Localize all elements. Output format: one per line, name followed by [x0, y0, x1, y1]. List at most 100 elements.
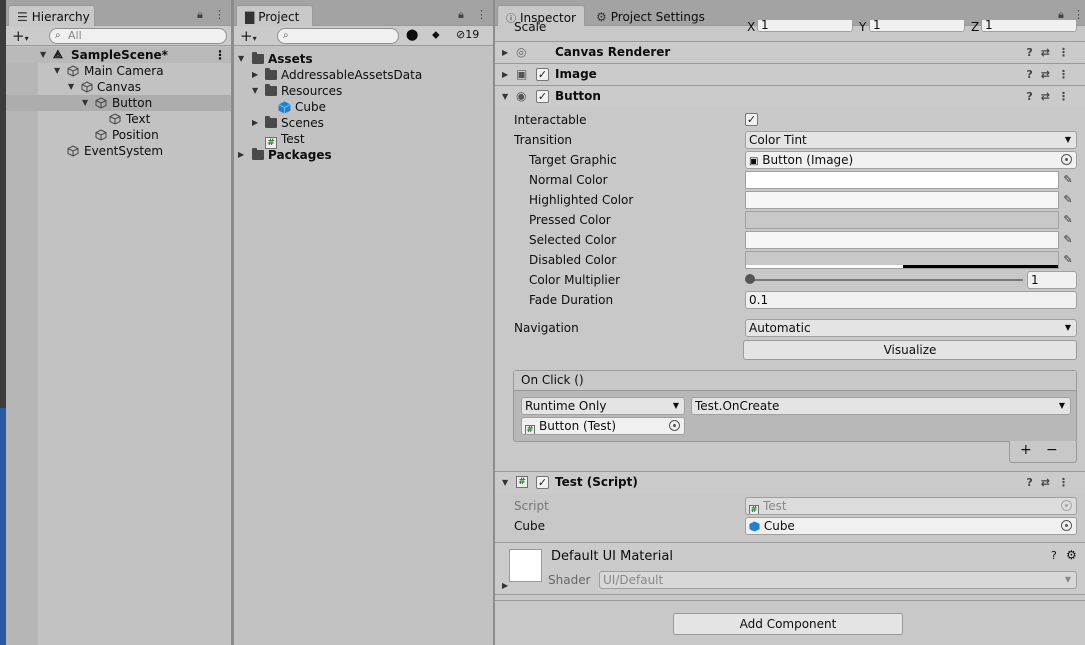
- expand-arrow-icon[interactable]: ▼: [68, 79, 74, 95]
- expand-arrow-icon[interactable]: ▼: [238, 51, 244, 67]
- collapse-arrow-icon[interactable]: ▶: [252, 67, 258, 83]
- eyedropper-icon[interactable]: ✎: [1061, 212, 1075, 228]
- color-multiplier-slider-handle[interactable]: [745, 274, 755, 284]
- prefab-cube-icon: [749, 521, 760, 532]
- expand-arrow-icon[interactable]: ▼: [82, 95, 88, 111]
- create-plus-button[interactable]: +▾: [240, 27, 257, 45]
- gear-icon[interactable]: ⚙: [1066, 548, 1077, 562]
- object-picker-icon[interactable]: [1061, 520, 1072, 531]
- tab-hierarchy[interactable]: ☰ Hierarchy: [8, 5, 95, 26]
- on-click-panel: On Click () Runtime Only ▼ Test.OnCreate…: [513, 370, 1077, 442]
- expand-arrow-icon[interactable]: ▼: [252, 83, 258, 99]
- project-row-scenes[interactable]: ▶ Scenes: [234, 115, 493, 131]
- expand-arrow-icon[interactable]: ▼: [502, 86, 508, 107]
- add-component-button[interactable]: Add Component: [673, 613, 903, 635]
- hierarchy-row-eventsystem[interactable]: EventSystem: [6, 143, 231, 159]
- scale-y-field[interactable]: 1: [869, 20, 965, 32]
- cube-field[interactable]: Cube: [745, 517, 1077, 535]
- project-row-addressable[interactable]: ▶ AddressableAssetsData: [234, 67, 493, 83]
- highlighted-color-swatch[interactable]: [745, 191, 1059, 209]
- image-icon: ▣: [516, 67, 528, 81]
- remove-event-button[interactable]: −: [1046, 442, 1058, 458]
- hierarchy-row-position[interactable]: Position: [6, 127, 231, 143]
- help-icon[interactable]: ?: [1051, 549, 1057, 562]
- hierarchy-row-canvas[interactable]: ▼ Canvas: [6, 79, 231, 95]
- component-header-icons[interactable]: ?⇄⋮: [1026, 64, 1077, 85]
- filter-by-type-icon[interactable]: ⬤: [406, 28, 418, 41]
- collapse-arrow-icon[interactable]: ▶: [502, 64, 508, 85]
- canvas-renderer-header[interactable]: ▶ ◎ Canvas Renderer ?⇄⋮: [495, 41, 1085, 63]
- collapse-arrow-icon[interactable]: ▶: [238, 147, 244, 163]
- collapse-arrow-icon[interactable]: ▶: [502, 581, 508, 590]
- add-event-button[interactable]: +: [1020, 442, 1032, 458]
- lock-icon[interactable]: 🔒︎: [197, 8, 204, 22]
- hierarchy-row-scene[interactable]: ▼ ⟁ SampleScene* ⋮: [6, 47, 231, 63]
- hierarchy-search-input[interactable]: ⌕ All: [49, 28, 227, 44]
- pressed-color-swatch[interactable]: [745, 211, 1059, 229]
- eyedropper-icon[interactable]: ✎: [1061, 192, 1075, 208]
- selected-color-swatch[interactable]: [745, 231, 1059, 249]
- transition-dropdown[interactable]: Color Tint ▼: [745, 131, 1077, 149]
- color-multiplier-field[interactable]: 1: [1027, 271, 1077, 289]
- component-header-icons[interactable]: ?⇄⋮: [1026, 472, 1077, 493]
- interactable-checkbox[interactable]: ✓: [745, 113, 758, 126]
- project-row-cube[interactable]: Cube: [234, 99, 493, 115]
- create-plus-button[interactable]: +▾: [12, 27, 29, 45]
- image-header[interactable]: ▶ ▣ ✓ Image ?⇄⋮: [495, 63, 1085, 85]
- expand-arrow-icon[interactable]: ▼: [40, 47, 46, 63]
- navigation-label: Navigation: [514, 321, 579, 335]
- component-header-icons[interactable]: ?⇄⋮: [1026, 86, 1077, 107]
- hierarchy-row-text[interactable]: Text: [6, 111, 231, 127]
- event-target-field[interactable]: # Button (Test): [521, 417, 685, 435]
- filter-by-label-icon[interactable]: ⬥: [432, 28, 440, 42]
- disabled-color-swatch[interactable]: [745, 251, 1059, 269]
- project-row-packages[interactable]: ▶ Packages: [234, 147, 493, 163]
- fade-duration-field[interactable]: 0.1: [745, 291, 1077, 309]
- scene-menu-icon[interactable]: ⋮: [214, 47, 226, 63]
- object-picker-icon[interactable]: [1061, 154, 1072, 165]
- scale-y-label: Y: [859, 20, 867, 34]
- image-enabled-checkbox[interactable]: ✓: [536, 68, 549, 81]
- button-header[interactable]: ▼ ◉ ✓ Button ?⇄⋮: [495, 85, 1085, 107]
- project-row-test[interactable]: # Test: [234, 131, 493, 149]
- hierarchy-toolbar: +▾ ⌕ All: [6, 26, 231, 46]
- hierarchy-row-main-camera[interactable]: ▼ Main Camera: [6, 63, 231, 79]
- object-picker-icon[interactable]: [669, 420, 680, 431]
- menu-kebab-icon[interactable]: ⋮: [476, 8, 488, 21]
- button-enabled-checkbox[interactable]: ✓: [536, 90, 549, 103]
- navigation-dropdown[interactable]: Automatic ▼: [745, 319, 1077, 337]
- collapse-arrow-icon[interactable]: ▶: [502, 42, 508, 63]
- event-target-value: Button (Test): [539, 419, 617, 433]
- test-script-enabled-checkbox[interactable]: ✓: [536, 476, 549, 489]
- color-multiplier-slider-track[interactable]: [749, 279, 1023, 281]
- scale-x-field[interactable]: 1: [757, 20, 853, 32]
- visualize-button[interactable]: Visualize: [743, 340, 1077, 360]
- menu-kebab-icon[interactable]: ⋮: [214, 8, 226, 21]
- target-graphic-field[interactable]: ▣ Button (Image): [745, 151, 1077, 169]
- collapse-arrow-icon[interactable]: ▶: [252, 115, 258, 131]
- fade-duration-label: Fade Duration: [529, 293, 614, 307]
- eyedropper-icon[interactable]: ✎: [1061, 232, 1075, 248]
- project-panel: ▇ Project 🔒︎ ⋮ +▾ ⌕ ⬤ ⬥ ⊘19 ▼ Assets ▶ Ad…: [234, 0, 493, 645]
- button-title: Button: [555, 89, 601, 103]
- eyedropper-icon[interactable]: ✎: [1061, 172, 1075, 188]
- lock-icon[interactable]: 🔒︎: [458, 8, 465, 22]
- function-dropdown[interactable]: Test.OnCreate ▼: [691, 397, 1071, 415]
- canvas-renderer-title: Canvas Renderer: [555, 45, 671, 59]
- hierarchy-row-button[interactable]: ▼ Button: [6, 95, 231, 111]
- folder-icon: [252, 148, 264, 160]
- normal-color-swatch[interactable]: [745, 171, 1059, 189]
- test-script-header[interactable]: ▼ # ✓ Test (Script) ?⇄⋮: [495, 471, 1085, 493]
- project-row-resources[interactable]: ▼ Resources: [234, 83, 493, 99]
- tab-project[interactable]: ▇ Project: [236, 5, 313, 26]
- eyedropper-icon[interactable]: ✎: [1061, 252, 1075, 268]
- component-header-icons[interactable]: ?⇄⋮: [1026, 42, 1077, 63]
- expand-arrow-icon[interactable]: ▼: [54, 63, 60, 79]
- hidden-packages-icon[interactable]: ⊘19: [456, 28, 479, 41]
- expand-arrow-icon[interactable]: ▼: [502, 472, 508, 493]
- scale-z-field[interactable]: 1: [981, 20, 1077, 32]
- project-search-input[interactable]: ⌕: [277, 28, 399, 44]
- color-multiplier-label: Color Multiplier: [529, 273, 621, 287]
- runtime-mode-dropdown[interactable]: Runtime Only ▼: [521, 397, 685, 415]
- project-row-assets[interactable]: ▼ Assets: [234, 51, 493, 67]
